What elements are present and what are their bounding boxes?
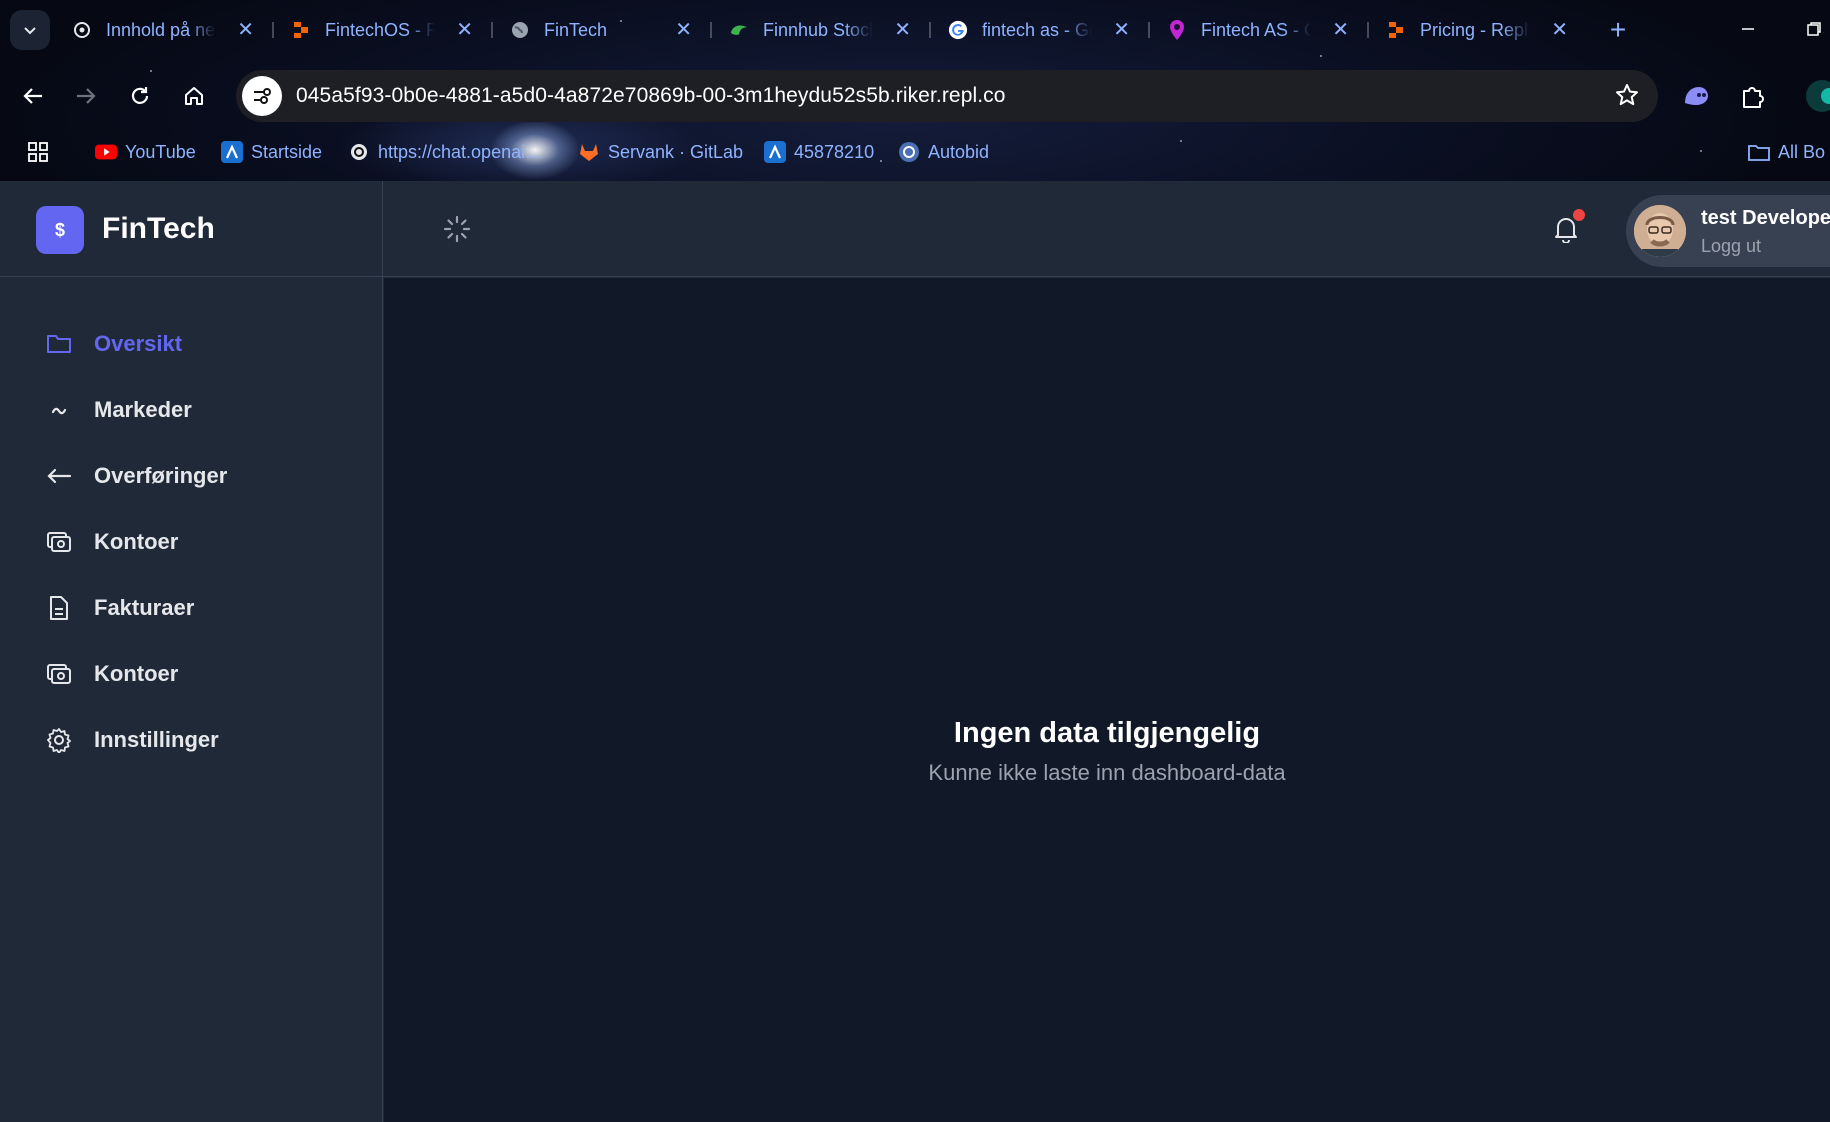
bookmark-45878210[interactable]: 45878210 (764, 138, 874, 166)
apps-grid-icon (28, 142, 48, 162)
sidebar-item-fakturaer[interactable]: Fakturaer (28, 581, 358, 635)
youtube-icon (95, 141, 117, 163)
apps-button[interactable] (18, 132, 58, 172)
sidebar-item-innstillinger[interactable]: Innstillinger (28, 713, 358, 767)
brand: $ FinTech (0, 181, 383, 277)
minimize-icon (1742, 28, 1754, 30)
browser-tab[interactable]: Pricing - Repli ✕ (1376, 10, 1578, 50)
sidebar-item-oversikt[interactable]: Oversikt (28, 317, 358, 371)
sidebar-item-markeder[interactable]: Markeder (28, 383, 358, 437)
close-tab-icon[interactable]: ✕ (237, 18, 254, 42)
bookmark-star-icon[interactable] (1614, 82, 1640, 113)
address-bar[interactable]: 045a5f93-0b0e-4881-a5d0-4a872e70869b-00-… (236, 70, 1658, 122)
finnhub-icon (729, 20, 749, 40)
tune-icon (254, 88, 271, 104)
user-name: test Develope (1701, 207, 1830, 229)
bookmark-all-bookmarks[interactable]: All Bo (1748, 138, 1825, 166)
arrow-left-icon (42, 459, 76, 493)
avatar (1634, 205, 1686, 257)
extension-button[interactable] (1678, 78, 1714, 114)
logo: $ (36, 206, 84, 254)
user-menu[interactable]: test Develope Logg ut (1626, 195, 1830, 267)
bookmark-startside[interactable]: Startside (221, 138, 322, 166)
close-tab-icon[interactable]: ✕ (456, 18, 473, 42)
atlassian-icon (764, 141, 786, 163)
bookmark-gitlab[interactable]: Servank · GitLab (578, 138, 743, 166)
extensions-button[interactable] (1735, 78, 1771, 114)
empty-state-title: Ingen data tilgjengelig (953, 717, 1261, 749)
profile-icon (1806, 80, 1830, 112)
browser-tab[interactable]: FinTech ✕ (500, 10, 702, 50)
tab-strip: Innhold på ne ✕ FintechOS - R ✕ FinTech … (0, 0, 1830, 62)
bookmark-youtube[interactable]: YouTube (95, 138, 196, 166)
browser-tab[interactable]: fintech as - Go ✕ (938, 10, 1140, 50)
replit-icon (1386, 20, 1406, 40)
loading-spinner-icon (443, 215, 471, 243)
empty-state-subtitle: Kunne ikke laste inn dashboard-data (928, 760, 1286, 785)
minimize-button[interactable] (1728, 14, 1768, 44)
browser-tab[interactable]: Fintech AS - O ✕ (1157, 10, 1359, 50)
tab-search-button[interactable] (10, 10, 50, 50)
browser-tab[interactable]: Finnhub Stock ✕ (719, 10, 921, 50)
chevron-down-icon (24, 27, 36, 35)
brand-name: FinTech (102, 212, 215, 245)
reload-icon (131, 87, 149, 104)
sidebar: $ FinTech Oversikt Markeder Overføringer… (0, 181, 383, 1122)
globe-icon (510, 20, 530, 40)
ghost-extension-icon (1685, 87, 1708, 105)
sidebar-item-overforinger[interactable]: Overføringer (28, 449, 358, 503)
close-tab-icon[interactable]: ✕ (1551, 18, 1568, 42)
sidebar-item-kontoer[interactable]: Kontoer (28, 515, 358, 569)
browser-tab[interactable]: FintechOS - R ✕ (281, 10, 483, 50)
topbar: test Develope Logg ut (383, 181, 1830, 277)
gitlab-icon (578, 141, 600, 163)
atlassian-icon (221, 141, 243, 163)
home-button[interactable] (174, 76, 214, 116)
logout-link[interactable]: Logg ut (1701, 236, 1761, 257)
browser-chrome: Innhold på ne ✕ FintechOS - R ✕ FinTech … (0, 0, 1830, 181)
location-pin-icon (1167, 20, 1187, 40)
document-icon (42, 591, 76, 625)
home-icon (185, 87, 203, 105)
browser-tab[interactable]: Innhold på ne ✕ (62, 10, 264, 50)
close-tab-icon[interactable]: ✕ (675, 18, 692, 42)
trend-icon (42, 393, 76, 427)
sidebar-item-kontoer-2[interactable]: Kontoer (28, 647, 358, 701)
bookmark-autobid[interactable]: Autobid (898, 138, 989, 166)
replit-icon (291, 20, 311, 40)
url-text: 045a5f93-0b0e-4881-a5d0-4a872e70869b-00-… (296, 84, 1006, 107)
google-icon (948, 20, 968, 40)
restore-button[interactable] (1794, 14, 1830, 44)
fintech-app: $ FinTech Oversikt Markeder Overføringer… (0, 181, 1830, 1122)
autobid-icon (898, 141, 920, 163)
reload-button[interactable] (120, 76, 160, 116)
dashboard-main: Ingen data tilgjengelig Kunne ikke laste… (384, 278, 1830, 1122)
openai-icon (72, 20, 92, 40)
bookmark-chatgpt[interactable]: https://chat.openai... (348, 138, 540, 166)
back-button[interactable] (13, 76, 53, 116)
close-tab-icon[interactable]: ✕ (894, 18, 911, 42)
browser-toolbar: 045a5f93-0b0e-4881-a5d0-4a872e70869b-00-… (0, 68, 1830, 124)
profile-button[interactable] (1804, 78, 1830, 114)
restore-icon (1807, 22, 1821, 36)
close-tab-icon[interactable]: ✕ (1113, 18, 1130, 42)
new-tab-button[interactable]: + (1600, 12, 1636, 48)
folder-icon (42, 327, 76, 361)
wallet-icon (42, 657, 76, 691)
openai-icon (348, 141, 370, 163)
folder-icon (1748, 141, 1770, 163)
puzzle-icon (1743, 87, 1764, 108)
gear-icon (42, 723, 76, 757)
forward-button[interactable] (66, 76, 106, 116)
arrow-right-icon (77, 88, 96, 104)
site-info-button[interactable] (242, 76, 282, 116)
notification-badge (1573, 209, 1585, 221)
arrow-left-icon (23, 88, 42, 104)
bookmarks-bar: YouTube Startside https://chat.openai...… (0, 132, 1830, 172)
close-tab-icon[interactable]: ✕ (1332, 18, 1349, 42)
wallet-icon (42, 525, 76, 559)
